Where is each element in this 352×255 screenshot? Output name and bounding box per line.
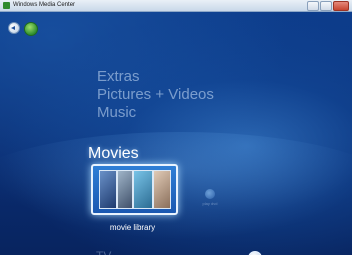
menu-item-music[interactable]: Music xyxy=(97,104,214,122)
back-arrow-icon[interactable] xyxy=(8,22,20,34)
menu-item-movies[interactable]: Movies xyxy=(88,145,139,163)
maximize-button[interactable] xyxy=(320,1,332,11)
media-center-logo-icon[interactable] xyxy=(24,22,38,36)
minimize-button[interactable] xyxy=(307,1,319,11)
movie-library-tile[interactable] xyxy=(91,164,178,215)
movie-thumbnail xyxy=(117,170,133,209)
close-button[interactable] xyxy=(333,1,349,11)
top-nav xyxy=(8,22,38,36)
menu-item-pictures-videos[interactable]: Pictures + Videos xyxy=(97,86,214,104)
window-controls xyxy=(307,1,349,11)
main-menu: Extras Pictures + Videos Music xyxy=(97,68,214,122)
media-center-stage: Extras Pictures + Videos Music Movies mo… xyxy=(0,12,352,255)
menu-item-extras[interactable]: Extras xyxy=(97,68,214,86)
movie-thumbnail xyxy=(133,170,153,209)
window-title: Windows Media Center xyxy=(13,2,76,8)
movie-thumbnail xyxy=(99,170,117,209)
play-dvd-tile[interactable]: play dvd xyxy=(196,189,224,209)
play-dvd-label: play dvd xyxy=(202,201,218,206)
movie-library-label: movie library xyxy=(109,223,156,232)
disc-icon xyxy=(205,189,215,199)
play-icon[interactable] xyxy=(248,251,262,255)
media-center-app-icon xyxy=(3,2,10,9)
menu-item-tv[interactable]: TV xyxy=(96,249,111,255)
movie-thumbnail xyxy=(153,170,171,209)
title-bar: Windows Media Center xyxy=(0,0,352,12)
